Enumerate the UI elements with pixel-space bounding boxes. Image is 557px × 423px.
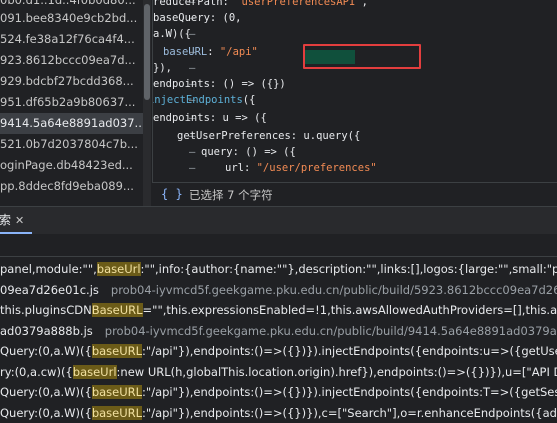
code-token: a.W)({ [153, 28, 191, 40]
code-line: – reducerPath: "userPreferencesAPI", [153, 0, 557, 10]
file-list-item[interactable]: 951.df65b2a9b80637... [0, 92, 143, 113]
code-text: }), [153, 60, 172, 76]
match-text: :new URL(h,globalThis.location.origin).h… [116, 364, 557, 379]
file-list-item[interactable]: 524.fe38a12f76ca4f4... [0, 29, 143, 50]
match-highlight: baseURL [91, 385, 143, 399]
code-line: – a.W)({ [153, 26, 557, 42]
match-text: :"/api"}),endpoints:()=>({})}).injectEnd… [142, 385, 557, 399]
code-text: a.W)({ [153, 26, 191, 42]
tab-search[interactable]: 搜索✕ [0, 207, 33, 234]
result-file-name: 09ea7d26e01c.js [0, 282, 99, 297]
close-icon[interactable]: ✕ [15, 214, 24, 227]
result-match-line[interactable]: this.pluginsCDNBaseURL="",this.expressio… [0, 300, 557, 320]
code-token: getUserPreferences: u.query({ [177, 130, 361, 142]
file-list-item[interactable]: 929.bdcbf27bcdd368... [0, 71, 143, 92]
code-token: reducerPath: [153, 0, 236, 8]
code-line: – getUserPreferences: u.query({ [153, 128, 557, 144]
code-line: – endpoints: u => ({ [153, 110, 557, 126]
code-token: }), [153, 62, 172, 74]
scrollbar-thumb[interactable] [144, 4, 150, 100]
match-text: this.pluginsCDN [0, 303, 92, 317]
file-list-item[interactable]: 521.0b7d2037804c7b... [0, 134, 143, 155]
code-text: getUserPreferences: u.query({ [177, 128, 360, 144]
file-list-scrollbar[interactable] [143, 0, 151, 206]
search-toolbar [0, 234, 557, 257]
match-highlight: baseURL [91, 344, 143, 358]
result-match-line[interactable]: ry:(0,a.cw)({baseUrl:new URL(h,globalThi… [0, 362, 557, 382]
code-editor: – reducerPath: "userPreferencesAPI", – base… [152, 0, 557, 206]
result-match-line[interactable]: Query:(0,a.W)({baseURL:"/api"}),endpoint… [0, 403, 557, 423]
result-file-header[interactable]: 09ea7d26e01c.js prob04-iyvmcd5f.geekgame.… [0, 280, 557, 300]
result-file-header[interactable]: ad0379a888b.js prob04-iyvmcd5f.geekgame.p… [0, 321, 557, 341]
diff-marker: – [189, 62, 196, 74]
code-line: – url: "/user/preferences" [153, 160, 557, 176]
code-text: baseQuery: (0, [153, 10, 242, 26]
editor-status-bar: { } 已选择 7 个字符 [152, 182, 557, 207]
code-token: injectEndpoints [152, 94, 243, 106]
code-text: url: "/user/preferences" [225, 160, 377, 176]
diff-marker: – [189, 162, 196, 174]
code-text: }).injectEndpoints({ [152, 92, 256, 108]
file-list-item[interactable]: oginPage.db48423ed... [0, 155, 143, 176]
file-list-item[interactable]: 0b0.d1..1d..4f0b0d80... [0, 0, 143, 8]
code-line: – query: () => ({ [153, 144, 557, 160]
file-list-item[interactable]: 9414.5a64e8891ad037... [0, 113, 143, 134]
result-file-path: prob04-iyvmcd5f.geekgame.pku.edu.cn/publ… [110, 282, 557, 297]
code-line: –}).injectEndpoints({ [153, 92, 557, 108]
result-match-line[interactable]: panel,module:"",baseUrl:"",info:{author:… [0, 259, 557, 279]
code-token: endpoints: () => ({}) [153, 78, 286, 90]
match-text: ry:(0,a.cw)({ [0, 364, 73, 379]
code-token: "/user/preferences" [256, 162, 377, 174]
code-text: reducerPath: "userPreferencesAPI", [153, 0, 368, 10]
result-match-line[interactable]: Query:(0,a.W)({baseURL:"/api"}),endpoint… [0, 341, 557, 361]
code-token: : [207, 46, 220, 58]
file-list-item[interactable]: pp.8ddec8fd9eba089... [0, 176, 143, 197]
code-line: – endpoints: () => ({}) [153, 76, 557, 92]
code-token: query: () => ({ [201, 146, 296, 158]
file-list-item[interactable]: 091.bee8340e9cb2bd... [0, 8, 143, 29]
result-file-path: prob04-iyvmcd5f.geekgame.pku.edu.cn/publ… [104, 323, 557, 338]
selection-status: 已选择 7 个字符 [189, 188, 273, 202]
search-panel-header: 搜索✕ [0, 206, 557, 235]
code-token: "userPreferencesAPI" [235, 0, 362, 8]
code-token: "/api" [219, 46, 258, 58]
code-text: endpoints: () => ({}) [153, 76, 286, 92]
code-text: baseURL: "/api" [163, 44, 258, 60]
match-text: ="",this.expressionsEnabled=!1,this.awsA… [142, 303, 557, 317]
match-text: :"",info:{author:{name:""},description:"… [140, 262, 557, 276]
code-text: endpoints: u => ({ [153, 110, 267, 126]
code-line: – baseQuery: (0, [153, 10, 557, 26]
match-text: :"/api"}),endpoints:()=>({})}),c=["Searc… [142, 405, 557, 420]
braces-icon[interactable]: { } [161, 187, 183, 201]
annotation-red-box [303, 44, 421, 69]
match-highlight: BaseURL [91, 303, 143, 317]
match-text: panel,module:"", [0, 262, 97, 276]
file-list-item[interactable]: 923.8612bccc09ea7d... [0, 50, 143, 71]
match-highlight: baseUrl [72, 364, 117, 379]
tab-search-label: 搜索 [0, 213, 12, 227]
code-text: query: () => ({ [201, 144, 296, 160]
file-list: 0b0.d1..1d..4f0b0d80... 091.bee8340e9cb2… [0, 0, 143, 206]
match-highlight: baseUrl [96, 262, 141, 276]
match-text: Query:(0,a.W)({ [0, 405, 92, 420]
match-text: Query:(0,a.W)({ [0, 385, 92, 399]
result-file-name: ad0379a888b.js [0, 323, 93, 338]
code-token: baseQuery: (0, [153, 12, 242, 24]
code-token: url: [225, 162, 257, 174]
match-text: Query:(0,a.W)({ [0, 344, 92, 358]
code-token: ({ [242, 94, 256, 106]
search-results: panel,module:"",baseUrl:"",info:{author:… [0, 257, 557, 423]
code-token: baseURL [163, 46, 208, 58]
match-text: :"/api"}),endpoints:()=>({})}).injectEnd… [142, 344, 557, 358]
match-highlight: baseURL [91, 405, 143, 420]
result-match-line[interactable]: Query:(0,a.W)({baseURL:"/api"}),endpoint… [0, 382, 557, 402]
code-token: , [361, 0, 368, 8]
diff-marker: – [189, 146, 196, 158]
code-token: endpoints: u => ({ [153, 112, 267, 124]
